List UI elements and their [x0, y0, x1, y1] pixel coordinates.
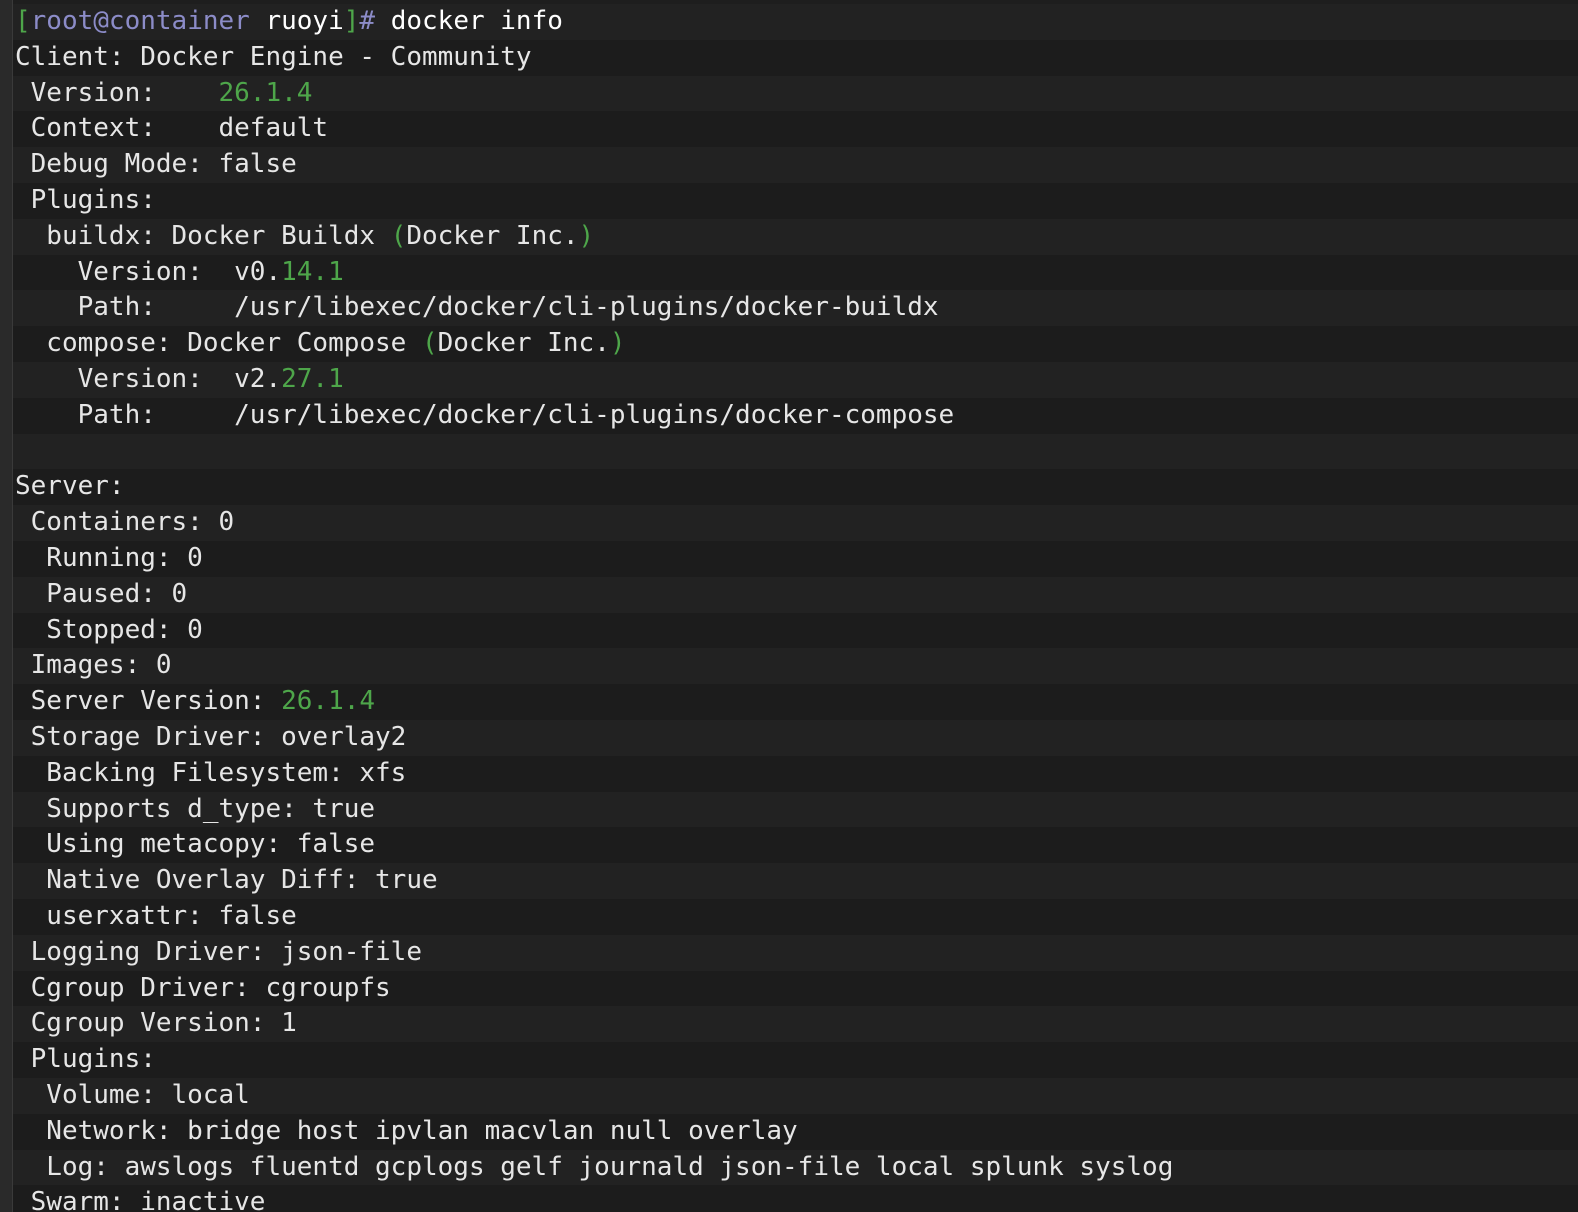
output-line: Version: 26.1.4: [13, 75, 1578, 112]
output-line: Version: v2.27.1: [13, 361, 1578, 398]
highlighted-value: 14.1: [281, 256, 344, 287]
output-line: Backing Filesystem: xfs: [13, 755, 1578, 792]
output-line: Server Version: 26.1.4: [13, 684, 1578, 720]
output-text: Storage Driver: overlay2: [15, 721, 407, 752]
output-text: Native Overlay Diff: true: [15, 865, 438, 896]
output-line: Using metacopy: false: [13, 827, 1578, 864]
output-text: Version: v2.: [15, 363, 282, 394]
terminal-output: [root@container ruoyi]# docker info Clie…: [13, 0, 1578, 1212]
terminal-window[interactable]: [root@container ruoyi]# docker info Clie…: [0, 0, 1578, 1212]
output-line: Client: Docker Engine - Community: [13, 39, 1578, 76]
output-line: Volume: local: [13, 1077, 1578, 1114]
output-text: Server:: [15, 471, 125, 502]
output-text: Paused: 0: [15, 578, 188, 609]
highlighted-value: ): [578, 220, 595, 251]
output-line: Plugins:: [13, 182, 1578, 219]
output-line: Logging Driver: json-file: [13, 934, 1578, 971]
output-text: Stopped: 0: [15, 614, 203, 645]
output-text: Context: default: [15, 113, 329, 144]
output-line: Path: /usr/libexec/docker/cli-plugins/do…: [13, 397, 1578, 434]
output-line: Storage Driver: overlay2: [13, 719, 1578, 756]
output-text: Docker Inc.: [437, 328, 610, 359]
output-line: Stopped: 0: [13, 612, 1578, 649]
output-line: compose: Docker Compose (Docker Inc.): [13, 326, 1578, 362]
output-text: Cgroup Version: 1: [15, 1008, 297, 1039]
output-text: Backing Filesystem: xfs: [15, 757, 407, 788]
output-text: Plugins:: [15, 184, 156, 215]
output-text: Images: 0: [15, 650, 172, 681]
output-text: Version: v0.: [15, 256, 282, 287]
output-text: Version:: [15, 77, 219, 108]
prompt-line: [root@container ruoyi]# docker info: [13, 4, 1578, 40]
output-text: Path: /usr/libexec/docker/cli-plugins/do…: [15, 399, 955, 430]
highlighted-value: 26.1.4: [218, 77, 313, 108]
highlighted-value: 27.1: [281, 363, 344, 394]
prompt-directory: ruoyi: [249, 6, 344, 36]
output-text: Swarm: inactive: [15, 1187, 266, 1212]
output-text: Volume: local: [15, 1079, 250, 1110]
prompt-symbol: #: [359, 6, 376, 36]
output-text: compose: Docker Compose: [15, 328, 422, 359]
output-line: Running: 0: [13, 540, 1578, 577]
output-text: Running: 0: [15, 542, 203, 573]
prompt-close-bracket: ]: [343, 6, 360, 36]
output-line: Debug Mode: false: [13, 147, 1578, 183]
output-line: userxattr: false: [13, 898, 1578, 935]
highlighted-value: 26.1.4: [281, 686, 376, 717]
output-line: Path: /usr/libexec/docker/cli-plugins/do…: [13, 290, 1578, 327]
prompt-user-host: root@container: [30, 6, 250, 36]
output-text: Path: /usr/libexec/docker/cli-plugins/do…: [15, 292, 939, 323]
output-line: Server:: [13, 469, 1578, 506]
output-text: Network: bridge host ipvlan macvlan null…: [15, 1115, 798, 1146]
output-line: Context: default: [13, 111, 1578, 148]
highlighted-value: ): [609, 328, 626, 359]
output-text: Client: Docker Engine - Community: [15, 41, 532, 72]
output-line: Native Overlay Diff: true: [13, 863, 1578, 899]
output-line: Version: v0.14.1: [13, 254, 1578, 291]
output-text: Using metacopy: false: [15, 829, 376, 860]
terminal-gutter: [0, 0, 13, 1212]
output-text: Logging Driver: json-file: [15, 936, 422, 967]
prompt-open-bracket: [: [15, 6, 31, 36]
output-text: Supports d_type: true: [15, 793, 376, 824]
output-line: Network: bridge host ipvlan macvlan null…: [13, 1113, 1578, 1150]
output-text: Log: awslogs fluentd gcplogs gelf journa…: [15, 1151, 1174, 1182]
output-line: Paused: 0: [13, 576, 1578, 613]
output-text: userxattr: false: [15, 900, 297, 931]
output-text: Containers: 0: [15, 507, 235, 538]
output-line: Images: 0: [13, 648, 1578, 685]
output-line: Supports d_type: true: [13, 791, 1578, 828]
output-text: buildx: Docker Buildx: [15, 220, 391, 251]
prompt-command: docker info: [375, 6, 563, 36]
output-text: Docker Inc.: [406, 220, 579, 251]
output-text: Server Version:: [15, 686, 282, 717]
output-line: Log: awslogs fluentd gcplogs gelf journa…: [13, 1149, 1578, 1186]
output-line: Cgroup Version: 1: [13, 1006, 1578, 1043]
output-line: Containers: 0: [13, 505, 1578, 541]
highlighted-value: (: [422, 328, 438, 359]
output-line: Swarm: inactive: [13, 1185, 1578, 1212]
output-line: [13, 433, 1578, 470]
output-text: Cgroup Driver: cgroupfs: [15, 972, 391, 1003]
highlighted-value: (: [390, 220, 407, 251]
output-text: Debug Mode: false: [15, 149, 297, 180]
output-text: Plugins:: [15, 1044, 156, 1075]
output-line: Plugins:: [13, 1042, 1578, 1078]
output-line: Cgroup Driver: cgroupfs: [13, 970, 1578, 1007]
output-line: buildx: Docker Buildx (Docker Inc.): [13, 218, 1578, 255]
